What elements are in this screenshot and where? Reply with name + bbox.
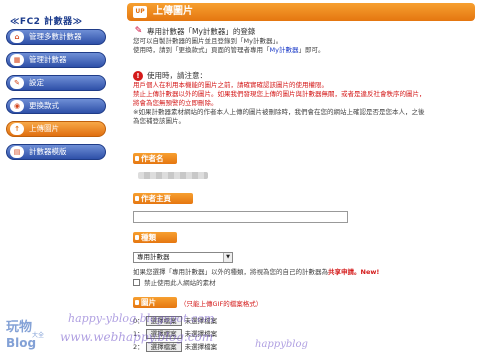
image-label: 圖片 xyxy=(133,297,177,308)
sidebar-item-counter-template[interactable]: ▤ 計數器模版 xyxy=(6,144,106,160)
warning-icon: ! xyxy=(133,71,143,81)
wrench-icon: ✎ xyxy=(10,77,24,89)
notice-line-red: 用戶個人在利用本機能的圖片之前，請確實確認該圖片的使用權限。 xyxy=(133,81,328,89)
notice-line: 使用時，請到「更換款式」頁面的管理者專用「My計數器」即可。 xyxy=(133,46,325,54)
watermark-logo: 玩物 大全 Blog xyxy=(6,316,46,356)
sidebar-item-change-style[interactable]: ◉ 更換款式 xyxy=(6,98,106,114)
sidebar-item-manage-multiple[interactable]: ⌂ 管理多數計數器 xyxy=(6,29,106,45)
author-name-value-blurred xyxy=(138,172,208,179)
watermark-url: happyblog xyxy=(255,339,308,350)
page-title: 上傳圖片 xyxy=(153,6,193,17)
sidebar-item-label: 更換款式 xyxy=(29,101,59,110)
watermark-logo-word: Blog xyxy=(6,336,37,350)
type-select-value: 專用計數器 xyxy=(137,253,170,261)
sidebar-nav: ⌂ 管理多數計數器 ▦ 管理計數器 ✎ 設定 ◉ 更換款式 ↑ 上傳圖片 ▤ 計… xyxy=(6,29,106,167)
sidebar-item-label: 上傳圖片 xyxy=(29,124,59,133)
notice-title: ! 使用時，請注意： xyxy=(133,71,468,81)
upload-icon: ↑ xyxy=(10,123,24,135)
notice-special-counter: ✎ 專用計數器「My計數器」的登錄 您可以自製計數器的圖片並且登錄到「My計數器… xyxy=(133,26,468,55)
forbid-material-checkbox[interactable] xyxy=(133,279,140,286)
type-hint: 如果您選擇「專用計數器」以外的種類，將視為您的自己的計數器為共享申請。New! xyxy=(133,266,379,276)
counter-icon: ▦ xyxy=(10,54,24,66)
type-label: 種類 xyxy=(133,232,177,243)
file-row-index: 2： xyxy=(133,343,144,351)
notice-line: 為您補登該圖片。 xyxy=(133,117,185,125)
notice-line-red: 將會為您無預警的立即刪除。 xyxy=(133,99,218,107)
main-content: UP 上傳圖片 ✎ 專用計數器「My計數器」的登錄 您可以自製計數器的圖片並且登… xyxy=(124,0,480,360)
sidebar-item-label: 計數器模版 xyxy=(29,147,67,156)
sidebar-item-upload-image[interactable]: ↑ 上傳圖片 xyxy=(6,121,106,137)
style-icon: ◉ xyxy=(10,100,24,112)
sidebar-item-label: 設定 xyxy=(29,78,44,87)
author-name-label: 作者名 xyxy=(133,153,177,164)
page-header: UP 上傳圖片 xyxy=(127,3,475,21)
sidebar: ≪FC2 計數器≫ ⌂ 管理多數計數器 ▦ 管理計數器 ✎ 設定 ◉ 更換款式 … xyxy=(0,0,120,360)
my-counter-link[interactable]: My計數器 xyxy=(270,46,299,54)
notice-line: ※如果計數器素材網站的作者本人上傳的圖片被刪除時，我們會在您的網站上確認是否是您… xyxy=(133,108,425,116)
notice-usage: ! 使用時，請注意： 用戶個人在利用本機能的圖片之前，請確實確認該圖片的使用權限… xyxy=(133,71,468,126)
sidebar-item-settings[interactable]: ✎ 設定 xyxy=(6,75,106,91)
author-homepage-input[interactable] xyxy=(133,211,348,223)
forbid-material-row: 禁止使用此人網站的素材 xyxy=(133,277,216,287)
sidebar-item-label: 管理計數器 xyxy=(29,55,67,64)
notice-line-red: 禁止上傳計數器以外的圖片。如果我們發現您上傳的圖片與計數器無關，或者是違反社會秩… xyxy=(133,90,426,98)
file-status: 未選擇檔案 xyxy=(184,343,218,351)
upload-icon: UP xyxy=(133,6,147,18)
watermark-logo-chars: 玩物 xyxy=(6,320,33,335)
pin-icon: ✎ xyxy=(134,26,143,36)
sidebar-item-manage-counter[interactable]: ▦ 管理計數器 xyxy=(6,52,106,68)
image-format-hint: （只能上傳GIF的檔案格式） xyxy=(180,300,263,308)
chevron-down-icon: ▼ xyxy=(223,253,232,262)
sidebar-item-label: 管理多數計數器 xyxy=(29,32,82,41)
home-icon: ⌂ xyxy=(10,31,24,43)
type-select[interactable]: 專用計數器 ▼ xyxy=(133,252,233,263)
watermark-url: happy-yblog.blogspot.com xyxy=(68,312,215,325)
type-hint-text: 如果您選擇「專用計數器」以外的種類，將視為您的自己的計數器為 xyxy=(133,268,328,276)
watermark-url: www.webhappy.blog.com xyxy=(60,330,214,344)
brand-title: ≪FC2 計數器≫ xyxy=(10,17,83,27)
forbid-material-label: 禁止使用此人網站的素材 xyxy=(144,279,216,287)
notice-title-text: 專用計數器「My計數器」的登錄 xyxy=(147,27,256,36)
notice-line: 您可以自製計數器的圖片並且登錄到「My計數器」。 xyxy=(133,37,283,45)
author-homepage-label: 作者主頁 xyxy=(133,193,193,204)
type-hint-highlight: 共享申請。New! xyxy=(328,268,380,276)
notice-title-text: 使用時，請注意： xyxy=(147,71,207,80)
notice-title: ✎ 專用計數器「My計數器」的登錄 xyxy=(133,26,468,37)
template-icon: ▤ xyxy=(10,146,24,158)
